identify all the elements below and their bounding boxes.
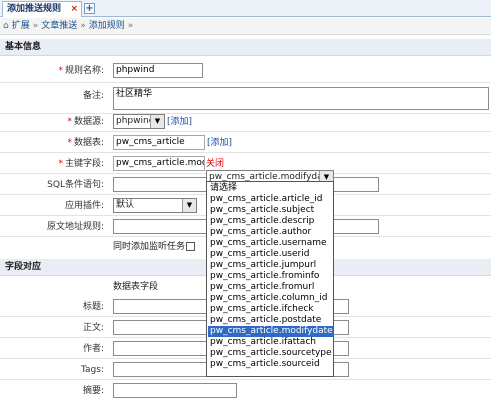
data-source-select[interactable]: phpwind ▼ bbox=[113, 114, 165, 129]
tab-add-push-rule[interactable]: 添加推送规则 × bbox=[2, 1, 82, 17]
dropdown-option[interactable]: pw_cms_article.descrip bbox=[208, 216, 334, 227]
dropdown-option[interactable]: pw_cms_article.username bbox=[208, 238, 334, 249]
plugin-select[interactable]: 默认 ▼ bbox=[113, 198, 197, 213]
chevron-down-icon: ▼ bbox=[182, 199, 196, 212]
sql-condition-label: SQL条件语句: bbox=[47, 180, 104, 190]
note-textarea[interactable]: 社区精华 bbox=[113, 87, 489, 110]
field-summary-input[interactable] bbox=[113, 383, 237, 398]
rule-name-label: * 规则名称: bbox=[58, 66, 104, 76]
dropdown-option[interactable]: pw_cms_article.sourceid bbox=[208, 359, 334, 370]
breadcrumb-item-article-push[interactable]: 文章推送 bbox=[41, 21, 77, 31]
field-column-header: 数据表字段 bbox=[113, 282, 159, 292]
breadcrumb: ⌂ 扩展» 文章推送» 添加规则» bbox=[0, 18, 491, 35]
add-tab-button[interactable]: + bbox=[84, 3, 95, 14]
close-field-picker-link[interactable]: 关闭 bbox=[206, 157, 224, 171]
field-row-label: Tags: bbox=[81, 365, 104, 375]
row-divider bbox=[0, 82, 491, 83]
tab-bar: 添加推送规则 × + bbox=[0, 0, 491, 17]
tab-label: 添加推送规则 bbox=[7, 4, 62, 14]
dropdown-option-highlighted[interactable]: pw_cms_article.modifydate bbox=[208, 326, 334, 337]
row-divider bbox=[0, 113, 491, 114]
dropdown-option[interactable]: 请选择 bbox=[208, 183, 334, 194]
dropdown-option[interactable]: pw_cms_article.postdate bbox=[208, 315, 334, 326]
dropdown-option[interactable]: pw_cms_article.ifattach bbox=[208, 337, 334, 348]
add-data-table-link[interactable]: [添加] bbox=[207, 136, 232, 150]
row-divider bbox=[0, 379, 491, 380]
row-divider bbox=[0, 131, 491, 132]
field-row-label: 作者: bbox=[82, 344, 104, 354]
dropdown-option[interactable]: pw_cms_article.frominfo bbox=[208, 271, 334, 282]
section-basic-info: 基本信息 bbox=[0, 39, 491, 56]
breadcrumb-separator: » bbox=[32, 21, 39, 31]
primary-field-label: * 主键字段: bbox=[58, 159, 104, 169]
close-tab-icon[interactable]: × bbox=[70, 2, 78, 17]
primary-field-input[interactable]: pw_cms_article.modify bbox=[113, 156, 205, 171]
add-task-checkbox[interactable] bbox=[186, 242, 195, 251]
row-divider bbox=[0, 152, 491, 153]
note-label: 备注: bbox=[82, 91, 104, 101]
dropdown-option[interactable]: pw_cms_article.subject bbox=[208, 205, 334, 216]
dropdown-option[interactable]: pw_cms_article.author bbox=[208, 227, 334, 238]
dropdown-option[interactable]: pw_cms_article.fromurl bbox=[208, 282, 334, 293]
plugin-label: 应用插件: bbox=[64, 201, 104, 211]
chevron-down-icon: ▼ bbox=[150, 115, 164, 128]
home-icon[interactable]: ⌂ bbox=[3, 21, 9, 31]
source-url-label: 原文地址规则: bbox=[46, 222, 104, 232]
field-picker-dropdown: 请选择 pw_cms_article.article_id pw_cms_art… bbox=[206, 181, 334, 377]
add-task-label: 同时添加监听任务 bbox=[113, 242, 186, 252]
field-row-label: 标题: bbox=[82, 302, 104, 312]
breadcrumb-item-add-rule: 添加规则 bbox=[88, 21, 125, 31]
dropdown-option[interactable]: pw_cms_article.sourcetype bbox=[208, 348, 334, 359]
breadcrumb-item-extension[interactable]: 扩展 bbox=[12, 21, 30, 31]
data-table-input[interactable]: pw_cms_article bbox=[113, 135, 205, 150]
breadcrumb-separator: » bbox=[80, 21, 86, 31]
breadcrumb-separator: » bbox=[127, 21, 134, 31]
dropdown-option[interactable]: pw_cms_article.column_id bbox=[208, 293, 334, 304]
dropdown-option[interactable]: pw_cms_article.userid bbox=[208, 249, 334, 260]
dropdown-option[interactable]: pw_cms_article.article_id bbox=[208, 194, 334, 205]
field-row-label: 正文: bbox=[82, 323, 104, 333]
data-source-label: * 数据源: bbox=[67, 117, 104, 127]
dropdown-option[interactable]: pw_cms_article.jumpurl bbox=[208, 260, 334, 271]
field-row-label: 摘要: bbox=[82, 386, 104, 396]
rule-name-input[interactable]: phpwind bbox=[113, 63, 203, 78]
add-data-source-link[interactable]: [添加] bbox=[167, 115, 192, 129]
data-table-label: * 数据表: bbox=[67, 138, 104, 148]
dropdown-option[interactable]: pw_cms_article.ifcheck bbox=[208, 304, 334, 315]
